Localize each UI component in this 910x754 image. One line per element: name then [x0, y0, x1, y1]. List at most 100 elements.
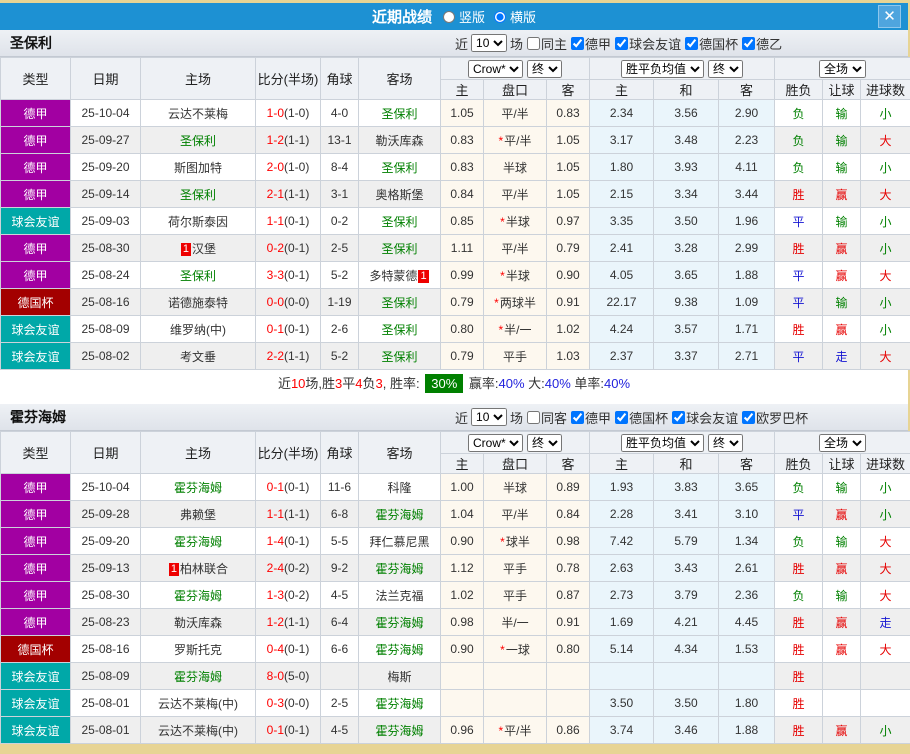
company-select[interactable]: Crow* — [468, 59, 523, 78]
match-filters[interactable]: 近 10 场 同客 德甲 德国杯 球会友谊 欧罗巴杯 — [455, 408, 808, 427]
handicap-cell: 平/半 — [483, 234, 547, 262]
type-cell: 德甲 — [0, 554, 71, 582]
match-filters[interactable]: 近 10 场 同主 德甲 球会友谊 德国杯 德乙 — [455, 34, 782, 53]
away-team-cell: 圣保利 — [358, 288, 441, 316]
away-team-cell: 拜仁慕尼黑 — [358, 527, 441, 555]
avg-draw-odds: 3.50 — [653, 207, 719, 235]
avg-draw-odds: 3.48 — [653, 126, 719, 154]
layout-radio-horizontal[interactable] — [494, 10, 506, 23]
avg-away-odds: 4.45 — [717, 608, 776, 636]
section-header-0: 圣保利 近 10 场 同主 德甲 球会友谊 德国杯 德乙 — [0, 30, 908, 57]
team-name-text: 圣保利 — [381, 106, 418, 121]
avg-away-odds — [717, 662, 776, 690]
league-filter-1[interactable]: 球会友谊 — [611, 34, 681, 53]
league-filter-3-checkbox[interactable] — [742, 410, 756, 424]
result-cell: 平 — [774, 500, 824, 528]
same-venue[interactable]: 同主 — [523, 34, 567, 53]
record-summary: 近10场,胜3平4负3, 胜率: 30% 赢率:40% 大:40% 单率:40% — [0, 370, 908, 397]
goals-result-cell: 大 — [860, 342, 910, 370]
league-filter-3[interactable]: 德乙 — [738, 34, 782, 53]
result-cell: 平 — [774, 288, 824, 316]
final-select-2[interactable]: 终 — [708, 433, 743, 452]
fulltime-select[interactable]: 全场 — [819, 59, 867, 78]
same-venue-checkbox[interactable] — [527, 36, 541, 50]
league-filter-0[interactable]: 德甲 — [567, 34, 611, 53]
fulltime-score: 1-4 — [266, 534, 284, 548]
corner-cell: 13-1 — [320, 126, 359, 154]
match-count-select[interactable]: 10 — [471, 34, 508, 52]
col-header-4: 角球 — [320, 57, 359, 100]
layout-radio-horizontal-label[interactable]: 横版 — [510, 7, 536, 26]
avg-select[interactable]: 胜平负均值 — [621, 59, 704, 78]
final-select-2[interactable]: 终 — [708, 59, 743, 78]
type-cell: 德甲 — [0, 153, 71, 181]
halftime-score: (1-0) — [284, 160, 310, 174]
league-filter-2-checkbox[interactable] — [685, 36, 699, 50]
score-cell: 1-3(0-2) — [255, 581, 321, 609]
avg-select[interactable]: 胜平负均值 — [621, 433, 704, 452]
type-cell: 球会友谊 — [0, 662, 71, 690]
team-name-text: 圣保利 — [381, 295, 418, 310]
handicap-star: * — [500, 268, 505, 283]
halftime-score: (0-1) — [284, 642, 310, 656]
league-filter-0-checkbox[interactable] — [571, 36, 585, 50]
type-cell: 球会友谊 — [0, 689, 71, 717]
away-team-cell: 霍芬海姆 — [358, 554, 441, 582]
league-filter-2[interactable]: 德国杯 — [681, 34, 738, 53]
away-team-cell: 勒沃库森 — [358, 126, 441, 154]
team-name-text: 勒沃库森 — [375, 133, 424, 148]
date-cell: 25-09-13 — [70, 554, 141, 582]
summary-part: 单率: — [570, 376, 605, 391]
final-select[interactable]: 终 — [527, 59, 562, 78]
same-venue-checkbox[interactable] — [527, 410, 541, 424]
handicap-cell — [483, 662, 547, 690]
layout-radio-vertical-label[interactable]: 竖版 — [459, 7, 485, 26]
handicap-text: 平/半 — [504, 133, 532, 148]
away-team-cell: 科隆 — [358, 473, 441, 501]
league-filter-3-checkbox[interactable] — [742, 36, 756, 50]
handicap-star: * — [498, 723, 504, 738]
fulltime-score: 2-4 — [266, 561, 284, 575]
avg-away-odds: 1.88 — [717, 716, 776, 744]
type-cell: 球会友谊 — [0, 207, 71, 235]
handicap-star: * — [498, 322, 504, 337]
sub-header-1: 盘口 — [483, 79, 547, 100]
team-name-text: 拜仁慕尼黑 — [369, 534, 430, 549]
league-filter-2-label: 球会友谊 — [686, 410, 739, 426]
col-header-5: 客场 — [358, 431, 441, 474]
score-cell: 2-2(1-1) — [255, 342, 321, 370]
close-icon[interactable]: ✕ — [878, 5, 901, 28]
crow-home-odds: 0.79 — [440, 342, 484, 370]
red-card-badge: 1 — [180, 242, 192, 256]
corner-cell: 3-1 — [320, 180, 359, 208]
goals-result-cell: 小 — [860, 315, 910, 343]
score-cell: 8-0(5-0) — [255, 662, 321, 690]
date-cell: 25-08-23 — [70, 608, 141, 636]
crow-away-odds: 0.83 — [546, 99, 590, 127]
league-filter-0[interactable]: 德甲 — [567, 408, 611, 427]
match-row: 球会友谊 25-08-01 云达不莱梅(中) 0-3(0-0) 2-5 霍芬海姆 3.50 3… — [0, 689, 910, 717]
final-select[interactable]: 终 — [527, 433, 562, 452]
league-filter-2[interactable]: 球会友谊 — [668, 408, 738, 427]
match-count-select[interactable]: 10 — [471, 408, 508, 426]
date-cell: 25-08-16 — [70, 288, 141, 316]
header-group-row: 类型 日期 主场 比分(半场) 角球 客场 Crow* 终胜平负均值终全场 — [0, 431, 910, 474]
league-filter-1-checkbox[interactable] — [615, 36, 629, 50]
company-select[interactable]: Crow* — [468, 433, 523, 452]
score-cell: 2-1(1-1) — [255, 180, 321, 208]
league-filter-1[interactable]: 德国杯 — [611, 408, 668, 427]
recent-results-dialog: 近期战绩 竖版 横版 ✕ 圣保利近 10 场同主 德甲 球会友谊 德国杯 德乙 类型 日期 主场比… — [0, 3, 910, 744]
avg-away-odds: 4.11 — [717, 153, 776, 181]
league-filter-1-checkbox[interactable] — [615, 410, 629, 424]
sub-header-2: 客 — [546, 79, 590, 100]
col-header-1: 日期 — [70, 431, 141, 474]
match-row: 德甲 25-08-24 圣保利 3-3(0-1) 5-2 多特蒙德 1 0.99 *半球 0.90… — [0, 261, 910, 289]
layout-radio-vertical[interactable] — [442, 10, 455, 23]
league-filter-0-checkbox[interactable] — [571, 410, 585, 424]
same-venue[interactable]: 同客 — [523, 408, 567, 427]
league-filter-3[interactable]: 欧罗巴杯 — [738, 408, 808, 427]
avg-draw-odds — [653, 662, 719, 690]
goals-result-cell: 小 — [860, 234, 910, 262]
league-filter-2-checkbox[interactable] — [672, 410, 686, 424]
fulltime-select[interactable]: 全场 — [819, 433, 867, 452]
